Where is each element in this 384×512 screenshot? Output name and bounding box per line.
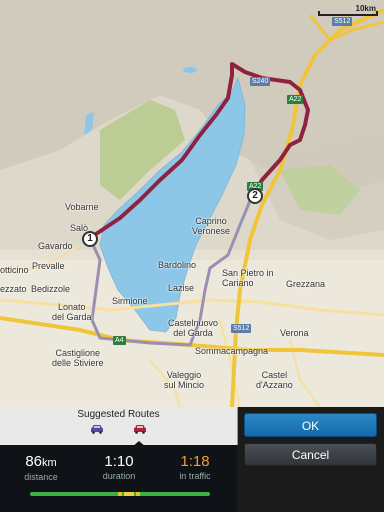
distance-value: 86 (25, 453, 42, 470)
road-shield-a22: A22 (287, 95, 304, 104)
traffic-label: in traffic (179, 471, 211, 481)
waypoint-1-marker[interactable]: 1 (82, 231, 98, 247)
map-canvas (0, 0, 384, 407)
traffic-segment (118, 492, 122, 496)
map-scale: 10km (318, 4, 378, 16)
traffic-stat: 1:18 in traffic (156, 453, 234, 482)
place-castiglione: Castiglione delle Stiviere (52, 348, 104, 368)
place-bedizzole: Bedizzole (31, 284, 71, 294)
place-valeggio: Valeggio sul Mincio (164, 370, 205, 390)
place-gavardo: Gavardo (38, 241, 73, 251)
duration-label: duration (102, 471, 136, 481)
road-shield-a4: A4 (113, 336, 126, 345)
traffic-segment (124, 492, 134, 496)
place-castel-dazzano: Castel d'Azzano (256, 370, 293, 390)
place-castelnuovo: Castelnuovo del Garda (168, 318, 219, 338)
road-shield-s240: S240 (250, 77, 271, 86)
selected-route-caret (132, 441, 146, 447)
suggested-routes-panel: Suggested Routes 86km distance 1:10 dura… (0, 407, 238, 512)
suggested-routes-title: Suggested Routes (77, 409, 160, 420)
place-bardolino: Bardolino (158, 260, 197, 270)
waypoint-2-marker[interactable]: 2 (247, 188, 263, 204)
place-san-pietro: San Pietro in Cariano (222, 268, 274, 288)
place-botticino: otticino (0, 265, 29, 275)
distance-label: distance (24, 472, 58, 482)
route-option-1-car-icon[interactable] (90, 424, 104, 434)
ok-button[interactable]: OK (244, 413, 377, 437)
place-prevalle: Prevalle (32, 261, 65, 271)
place-grezzana: Grezzana (286, 279, 326, 289)
traffic-bar (30, 492, 210, 496)
distance-unit: km (42, 457, 57, 469)
place-vobarne: Vobarne (65, 202, 99, 212)
route-summary-panel: Suggested Routes 86km distance 1:10 dura… (0, 407, 384, 512)
place-caprino: Caprino Veronese (192, 216, 231, 236)
cancel-button[interactable]: Cancel (244, 443, 377, 466)
road-shield-s512-south: S512 (231, 324, 252, 333)
traffic-value: 1:18 (180, 453, 210, 470)
suggested-routes-header: Suggested Routes (0, 407, 238, 447)
duration-value: 1:10 (104, 453, 134, 470)
traffic-segment (136, 492, 140, 496)
duration-stat: 1:10 duration (80, 453, 158, 482)
map-view[interactable]: 10km S512 S240 A22 A22 A4 S512 Vobarne S… (0, 0, 384, 407)
place-verona: Verona (280, 328, 309, 338)
place-lonato: Lonato del Garda (52, 302, 92, 322)
distance-stat: 86km distance (2, 453, 80, 483)
place-sirmione: Sirmione (112, 296, 148, 306)
scale-bar (318, 11, 378, 16)
place-sommacampagna: Sommacampagna (195, 346, 269, 356)
place-lazise: Lazise (168, 283, 195, 293)
route-option-2-car-icon[interactable] (133, 424, 147, 434)
road-shield-s512: S512 (332, 17, 353, 26)
place-rezzato: ezzato (0, 284, 27, 294)
